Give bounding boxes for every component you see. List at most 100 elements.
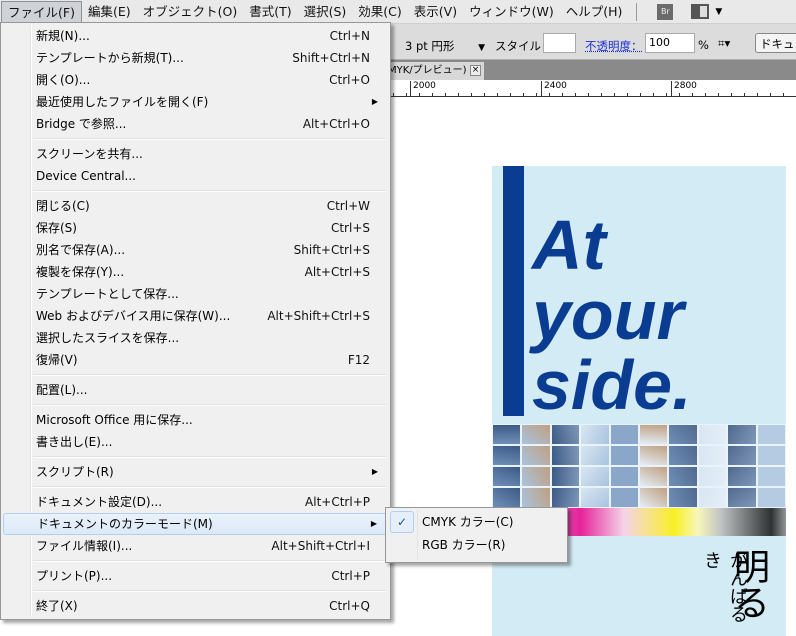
menu-item-shortcut: F12	[347, 353, 370, 367]
artboard[interactable]: At your side. がんばるき 明る	[492, 166, 786, 636]
menu-item-label: ドキュメント設定(D)...	[36, 495, 163, 509]
menu-item[interactable]: Device Central...	[3, 165, 388, 187]
menu-item[interactable]: スクリプト(R) ▶	[3, 461, 388, 483]
menu-separator	[3, 453, 388, 461]
recolor-icon[interactable]: ⌗▾	[718, 36, 730, 51]
photo-tile	[492, 424, 522, 445]
menu-item-shortcut: Alt+Ctrl+O	[302, 117, 370, 131]
photo-tile	[697, 487, 728, 508]
menu-item-label: テンプレートから新規(T)...	[36, 51, 184, 65]
menubar-divider	[636, 2, 638, 21]
menu-item[interactable]: プリント(P)... Ctrl+P	[3, 565, 388, 587]
opacity-input[interactable]: 100	[645, 33, 695, 53]
menu-item-label: 復帰(V)	[36, 353, 78, 367]
menu-item-label: Microsoft Office 用に保存...	[36, 413, 193, 427]
menu-separator	[3, 401, 388, 409]
menu-item-rgb-color[interactable]: RGB カラー(R)	[388, 534, 565, 557]
menu-5[interactable]: 効果(C)	[352, 1, 407, 23]
menu-item[interactable]: 終了(X) Ctrl+Q	[3, 595, 388, 617]
menu-item[interactable]: 開く(O)... Ctrl+O	[3, 69, 388, 91]
workspace-dropdown-icon[interactable]: ▼	[715, 7, 722, 17]
document-setup-button[interactable]: ドキュメ	[755, 33, 796, 53]
photo-tile	[727, 424, 757, 445]
photo-tile	[638, 424, 669, 445]
menu-item-label: Web およびデバイス用に保存(W)...	[36, 309, 231, 323]
menu-3[interactable]: 書式(T)	[243, 1, 297, 23]
menu-7[interactable]: ウィンドウ(W)	[463, 1, 560, 23]
photo-tile	[727, 466, 757, 487]
menu-item[interactable]: 書き出し(E)...	[3, 431, 388, 453]
photo-tile	[697, 424, 728, 445]
photo-tile	[697, 466, 728, 487]
style-select[interactable]	[543, 33, 576, 53]
photo-tile	[638, 466, 669, 487]
menu-item[interactable]: ファイル情報(I)... Alt+Shift+Ctrl+I	[3, 535, 388, 557]
color-mode-submenu: ✓ CMYK カラー(C) RGB カラー(R)	[385, 507, 568, 563]
menu-item-label: Device Central...	[36, 169, 136, 183]
menu-item-label: 開く(O)...	[36, 73, 91, 87]
menu-item[interactable]: スクリーンを共有...	[3, 143, 388, 165]
menu-item[interactable]: 復帰(V) F12	[3, 349, 388, 371]
photo-tile	[550, 424, 581, 445]
photo-tile	[580, 487, 610, 508]
file-menu-dropdown: 新規(N)... Ctrl+N テンプレートから新規(T)... Shift+Ctrl…	[0, 22, 391, 620]
opacity-label[interactable]: 不透明度：	[585, 38, 643, 54]
photo-tile	[638, 487, 669, 508]
menu-item[interactable]: ドキュメント設定(D)... Alt+Ctrl+P	[3, 491, 388, 513]
photo-tile	[580, 445, 610, 466]
menu-item-shortcut: Alt+Ctrl+P	[305, 495, 370, 509]
menu-item-shortcut: Ctrl+Q	[329, 599, 370, 613]
menu-item[interactable]: 最近使用したファイルを開く(F) ▶	[3, 91, 388, 113]
menu-item[interactable]: 新規(N)... Ctrl+N	[3, 25, 388, 47]
photo-tile	[550, 466, 581, 487]
menu-1[interactable]: 編集(E)	[82, 1, 137, 23]
bridge-icon[interactable]: Br	[657, 3, 674, 20]
photo-tile	[609, 487, 639, 508]
menu-item[interactable]: ドキュメントのカラーモード(M) ▶	[3, 513, 388, 535]
menu-item-label: 選択したスライスを保存...	[36, 331, 180, 345]
photo-tile	[492, 487, 522, 508]
menu-item[interactable]: テンプレートとして保存...	[3, 283, 388, 305]
menu-item[interactable]: 保存(S) Ctrl+S	[3, 217, 388, 239]
menu-item[interactable]: Microsoft Office 用に保存...	[3, 409, 388, 431]
menu-item-label: Bridge で参照...	[36, 117, 127, 131]
menu-item[interactable]: 別名で保存(A)... Shift+Ctrl+S	[3, 239, 388, 261]
menu-item-cmyk-color[interactable]: ✓ CMYK カラー(C)	[388, 511, 565, 534]
menu-item[interactable]: 閉じる(C) Ctrl+W	[3, 195, 388, 217]
menu-item-label: 最近使用したファイルを開く(F)	[36, 95, 209, 109]
menu-item-label: 書き出し(E)...	[36, 435, 113, 449]
menu-item[interactable]: 選択したスライスを保存...	[3, 327, 388, 349]
menu-separator	[3, 135, 388, 143]
menu-6[interactable]: 表示(V)	[408, 1, 463, 23]
menu-item[interactable]: テンプレートから新規(T)... Shift+Ctrl+N	[3, 47, 388, 69]
menu-bar: ファイル(F) 編集(E) オブジェクト(O) 書式(T) 選択(S) 効果(C) 表示(V…	[0, 0, 796, 24]
menu-item-label: スクリプト(R)	[36, 465, 114, 479]
stroke-profile-select[interactable]: 3 pt 円形 ▼	[405, 38, 485, 54]
submenu-arrow-icon: ▶	[370, 519, 377, 528]
menu-item[interactable]: 複製を保存(Y)... Alt+Ctrl+S	[3, 261, 388, 283]
close-tab-icon[interactable]: ×	[470, 65, 481, 76]
photo-tile	[756, 424, 786, 445]
menu-item-label: プリント(P)...	[36, 569, 113, 583]
menu-8[interactable]: ヘルプ(H)	[560, 1, 629, 23]
photo-tile	[609, 466, 639, 487]
menu-item-label: 閉じる(C)	[36, 199, 90, 213]
menu-item-label: 終了(X)	[36, 599, 78, 613]
ruler-label: 2000	[410, 81, 436, 97]
menu-item[interactable]: 配置(L)...	[3, 379, 388, 401]
menu-item-shortcut: Ctrl+W	[326, 199, 370, 213]
menu-item[interactable]: Bridge で参照... Alt+Ctrl+O	[3, 113, 388, 135]
document-tab[interactable]: MYK/プレビュー) ×	[380, 62, 484, 80]
menu-item-shortcut: Alt+Ctrl+S	[304, 265, 370, 279]
menu-item[interactable]: Web およびデバイス用に保存(W)... Alt+Shift+Ctrl+S	[3, 305, 388, 327]
vertical-heading: 明る	[728, 548, 769, 620]
menu-item-label: 複製を保存(Y)...	[36, 265, 125, 279]
menu-2[interactable]: オブジェクト(O)	[137, 1, 244, 23]
menu-separator	[3, 587, 388, 595]
headline-line-3: side.	[532, 346, 692, 424]
menu-0[interactable]: ファイル(F)	[1, 0, 82, 23]
menu-item-shortcut: Alt+Shift+Ctrl+S	[267, 309, 370, 323]
percent-label: %	[698, 38, 709, 52]
menu-4[interactable]: 選択(S)	[298, 1, 353, 23]
workspace-icon[interactable]	[691, 4, 710, 19]
